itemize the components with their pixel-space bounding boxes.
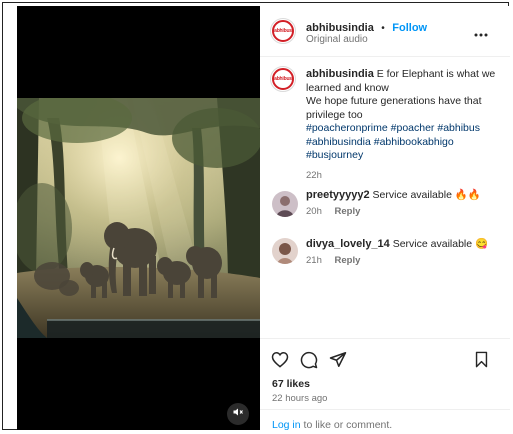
login-prompt-text: to like or comment. — [300, 419, 393, 431]
login-bar: Log in to like or comment. — [260, 409, 510, 431]
commenter-avatar[interactable] — [272, 238, 298, 264]
login-link[interactable]: Log in — [272, 419, 301, 431]
author-avatar[interactable]: abhibus — [270, 18, 296, 44]
caption-username[interactable]: abhibusindia — [306, 68, 374, 80]
post-time: 22 hours ago — [272, 393, 328, 404]
caption: abhibusindia E for Elephant is what we l… — [306, 68, 506, 182]
abhibus-logo: abhibus — [272, 20, 294, 42]
likes-count[interactable]: 67 likes — [272, 378, 310, 390]
header-separator: • — [381, 23, 385, 34]
comment-body: preetyyyyy2 Service available 🔥🔥 — [306, 189, 506, 202]
follow-button[interactable]: Follow — [392, 22, 427, 34]
comment-icon[interactable] — [300, 351, 318, 374]
bookmark-icon[interactable] — [474, 351, 489, 373]
reply-button[interactable]: Reply — [335, 255, 361, 266]
hashtag[interactable]: #abhibusindia — [306, 136, 371, 148]
author-username[interactable]: abhibusindia — [306, 22, 374, 34]
commenter-username[interactable]: divya_lovely_14 — [306, 238, 390, 250]
elephant-forest-video-frame — [17, 98, 260, 338]
hashtag[interactable]: #poacheronprime — [306, 122, 388, 134]
hashtag[interactable]: #busjourney — [306, 149, 363, 161]
comment-text: Service available 😋 — [392, 238, 489, 250]
action-bar — [260, 338, 510, 379]
commenter-avatar[interactable] — [272, 191, 298, 217]
caption-time: 22h — [306, 169, 322, 181]
abhibus-logo: abhibus — [272, 68, 294, 90]
heart-icon[interactable] — [271, 351, 289, 373]
comment-time: 20h — [306, 206, 322, 217]
hashtag[interactable]: #abhibookabhigo — [374, 136, 454, 148]
video-player[interactable] — [17, 6, 260, 430]
speaker-muted-icon — [232, 405, 244, 423]
audio-label[interactable]: Original audio — [306, 34, 368, 45]
hashtag[interactable]: #poacher — [391, 122, 435, 134]
share-icon[interactable] — [329, 351, 347, 373]
mute-toggle-button[interactable] — [227, 403, 249, 425]
post-details-panel: abhibus abhibusindia • Follow Original a… — [260, 6, 510, 431]
commenter-username[interactable]: preetyyyyy2 — [306, 189, 370, 201]
reply-button[interactable]: Reply — [335, 206, 361, 217]
comment-text: Service available 🔥🔥 — [372, 189, 481, 201]
comment-meta: 21h Reply — [306, 255, 370, 266]
post-window: abhibus abhibusindia • Follow Original a… — [2, 2, 510, 431]
post-header: abhibus abhibusindia • Follow Original a… — [260, 6, 510, 57]
caption-avatar[interactable]: abhibus — [270, 66, 296, 92]
more-icon[interactable] — [474, 25, 488, 43]
comment-body: divya_lovely_14 Service available 😋 — [306, 238, 506, 251]
comment-meta: 20h Reply — [306, 206, 370, 217]
hashtag[interactable]: #abhibus — [437, 122, 480, 134]
comment-time: 21h — [306, 255, 322, 266]
